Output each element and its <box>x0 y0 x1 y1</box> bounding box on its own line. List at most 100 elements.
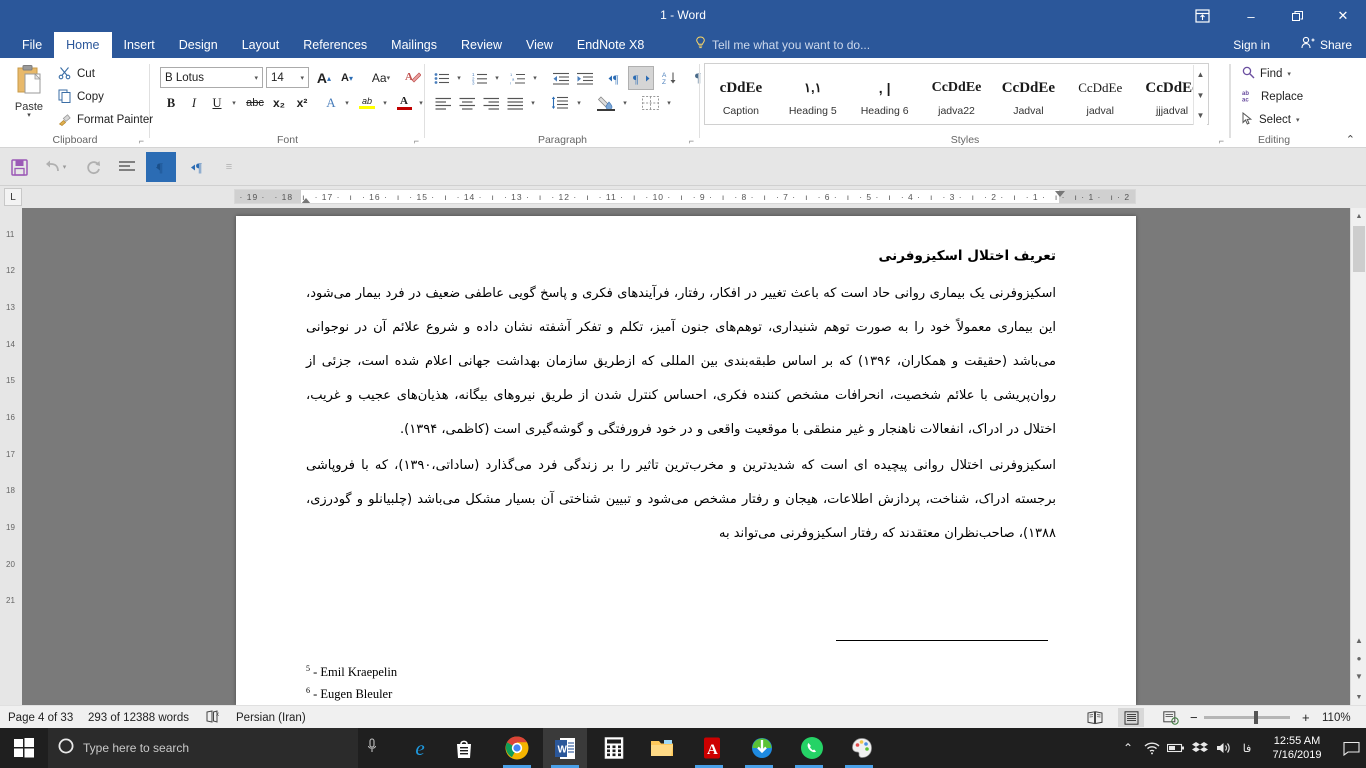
align-icon[interactable] <box>112 152 142 182</box>
strikethrough-button[interactable]: abc <box>242 92 268 114</box>
borders-button[interactable] <box>637 92 663 114</box>
left-indent-marker[interactable] <box>301 198 311 204</box>
file-explorer-icon[interactable] <box>640 728 684 768</box>
zoom-slider[interactable] <box>1204 716 1290 719</box>
styles-scroll-down-icon[interactable]: ▼ <box>1194 86 1207 105</box>
minimize-button[interactable]: – <box>1228 0 1274 32</box>
chevron-down-icon[interactable]: ▾ <box>27 113 31 119</box>
decrease-indent-button[interactable] <box>549 67 573 89</box>
print-layout-icon[interactable] <box>1118 708 1144 727</box>
tab-insert[interactable]: Insert <box>112 32 167 58</box>
zoom-slider-handle[interactable] <box>1254 711 1258 724</box>
zoom-level[interactable]: 110% <box>1322 710 1351 726</box>
redo-icon[interactable] <box>78 152 108 182</box>
numbering-dropdown[interactable]: ▾ <box>491 67 503 89</box>
chrome-icon[interactable] <box>495 728 539 768</box>
underline-dropdown[interactable]: ▾ <box>228 92 240 114</box>
tab-view[interactable]: View <box>514 32 565 58</box>
format-painter-button[interactable]: Format Painter <box>54 110 157 130</box>
save-icon[interactable] <box>4 152 34 182</box>
show-hidden-icons-icon[interactable]: ⌃ <box>1116 728 1140 768</box>
vertical-ruler[interactable]: 11 12 13 14 15 16 17 18 19 20 21 <box>0 208 22 705</box>
scroll-down-icon[interactable]: ▼ <box>1351 689 1366 705</box>
next-page-button[interactable]: ▼ <box>1351 667 1366 685</box>
styles-more-icon[interactable]: ▼ <box>1194 106 1207 125</box>
chevron-down-icon[interactable]: ▾ <box>1296 116 1300 124</box>
tab-references[interactable]: References <box>291 32 379 58</box>
tab-endnote[interactable]: EndNote X8 <box>565 32 656 58</box>
styles-scroll-up-icon[interactable]: ▲ <box>1194 65 1207 84</box>
word-icon[interactable]: W <box>543 728 587 768</box>
find-button[interactable]: Find ▾ <box>1238 63 1295 84</box>
share-button[interactable]: Share <box>1293 32 1360 58</box>
language-indicator[interactable]: Persian (Iran) <box>236 710 306 726</box>
scroll-up-icon[interactable]: ▲ <box>1351 208 1366 224</box>
edge-icon[interactable]: e <box>398 728 442 768</box>
previous-page-button[interactable]: ▲ <box>1351 631 1366 649</box>
vertical-scrollbar[interactable]: ▲ ▲ ● ▼ ▼ <box>1350 208 1366 705</box>
whatsapp-icon[interactable] <box>790 728 834 768</box>
left-to-right-button[interactable]: ¶ <box>605 67 629 89</box>
paint-icon[interactable] <box>840 728 884 768</box>
align-center-button[interactable] <box>455 92 479 114</box>
right-indent-marker[interactable] <box>1055 191 1065 197</box>
acrobat-icon[interactable]: A <box>690 728 734 768</box>
shading-button[interactable] <box>593 92 619 114</box>
horizontal-ruler[interactable]: · 19 ·· 18ı· 17 ·ı· 16 ·ı · 15 ·ı· 14 ·ı… <box>234 189 1136 204</box>
replace-button[interactable]: abac Replace <box>1238 86 1307 107</box>
chevron-down-icon[interactable]: ▾ <box>296 74 308 82</box>
ribbon-display-options-icon[interactable] <box>1180 0 1224 32</box>
align-right-button[interactable] <box>479 92 503 114</box>
style-item-jadval-cap[interactable]: CcDdEe Jadval <box>992 64 1064 124</box>
microphone-icon[interactable] <box>366 738 378 759</box>
scrollbar-thumb[interactable] <box>1353 226 1365 272</box>
increase-font-size-button[interactable]: A▴ <box>313 67 335 89</box>
multilevel-list-button[interactable]: 1ai <box>507 67 529 89</box>
styles-gallery[interactable]: cDdEe Caption ١,١ Heading 5 , | Heading … <box>704 63 1209 125</box>
undo-icon[interactable]: ▾ <box>40 152 70 182</box>
font-name-input[interactable]: B Lotus ▾ <box>160 67 263 88</box>
highlight-dropdown[interactable]: ▾ <box>379 92 391 114</box>
clock[interactable]: 12:55 AM 7/16/2019 <box>1258 728 1336 768</box>
subscript-button[interactable]: x₂ <box>268 92 290 114</box>
paragraph-dialog-launcher[interactable]: ⌐ <box>689 136 694 146</box>
read-mode-icon[interactable] <box>1082 708 1108 727</box>
battery-icon[interactable] <box>1164 728 1188 768</box>
tab-review[interactable]: Review <box>449 32 514 58</box>
decrease-font-size-button[interactable]: A▾ <box>336 67 358 89</box>
zoom-in-button[interactable]: + <box>1302 710 1310 726</box>
clear-formatting-button[interactable]: A <box>402 67 424 89</box>
bullets-dropdown[interactable]: ▾ <box>453 67 465 89</box>
italic-button[interactable]: I <box>183 92 205 114</box>
borders-dropdown[interactable]: ▾ <box>663 92 675 114</box>
wifi-icon[interactable] <box>1140 728 1164 768</box>
justify-dropdown[interactable]: ▾ <box>527 92 539 114</box>
tab-mailings[interactable]: Mailings <box>379 32 449 58</box>
right-to-left-button[interactable]: ¶ <box>629 67 653 89</box>
customize-qat-icon[interactable]: ≡ <box>214 152 244 182</box>
justify-button[interactable] <box>503 92 527 114</box>
copy-button[interactable]: Copy <box>54 87 108 107</box>
style-item-caption[interactable]: cDdEe Caption <box>705 64 777 124</box>
numbering-button[interactable]: 123 <box>469 67 491 89</box>
start-icon[interactable] <box>0 728 48 768</box>
collapse-ribbon-icon[interactable]: ⌃ <box>1341 131 1360 148</box>
cut-button[interactable]: Cut <box>54 64 99 84</box>
word-count[interactable]: 293 of 12388 words <box>88 710 189 726</box>
bold-button[interactable]: B <box>160 92 182 114</box>
proofing-errors-icon[interactable]: x <box>206 710 221 726</box>
rtl-paragraph-icon[interactable]: ¶ <box>146 152 176 182</box>
sort-button[interactable]: AZ <box>659 67 683 89</box>
font-dialog-launcher[interactable]: ⌐ <box>414 136 419 146</box>
style-item-jadva22[interactable]: CcDdEe jadva22 <box>921 64 993 124</box>
tab-file[interactable]: File <box>10 32 54 58</box>
restore-button[interactable] <box>1274 0 1320 32</box>
web-layout-icon[interactable] <box>1158 708 1184 727</box>
style-item-heading5[interactable]: ١,١ Heading 5 <box>777 64 849 124</box>
font-size-input[interactable]: 14 ▾ <box>266 67 309 88</box>
close-button[interactable]: ✕ <box>1320 0 1366 32</box>
underline-button[interactable]: U <box>206 92 228 114</box>
page-indicator[interactable]: Page 4 of 33 <box>8 710 73 726</box>
shading-dropdown[interactable]: ▾ <box>619 92 631 114</box>
tab-home[interactable]: Home <box>54 32 111 58</box>
